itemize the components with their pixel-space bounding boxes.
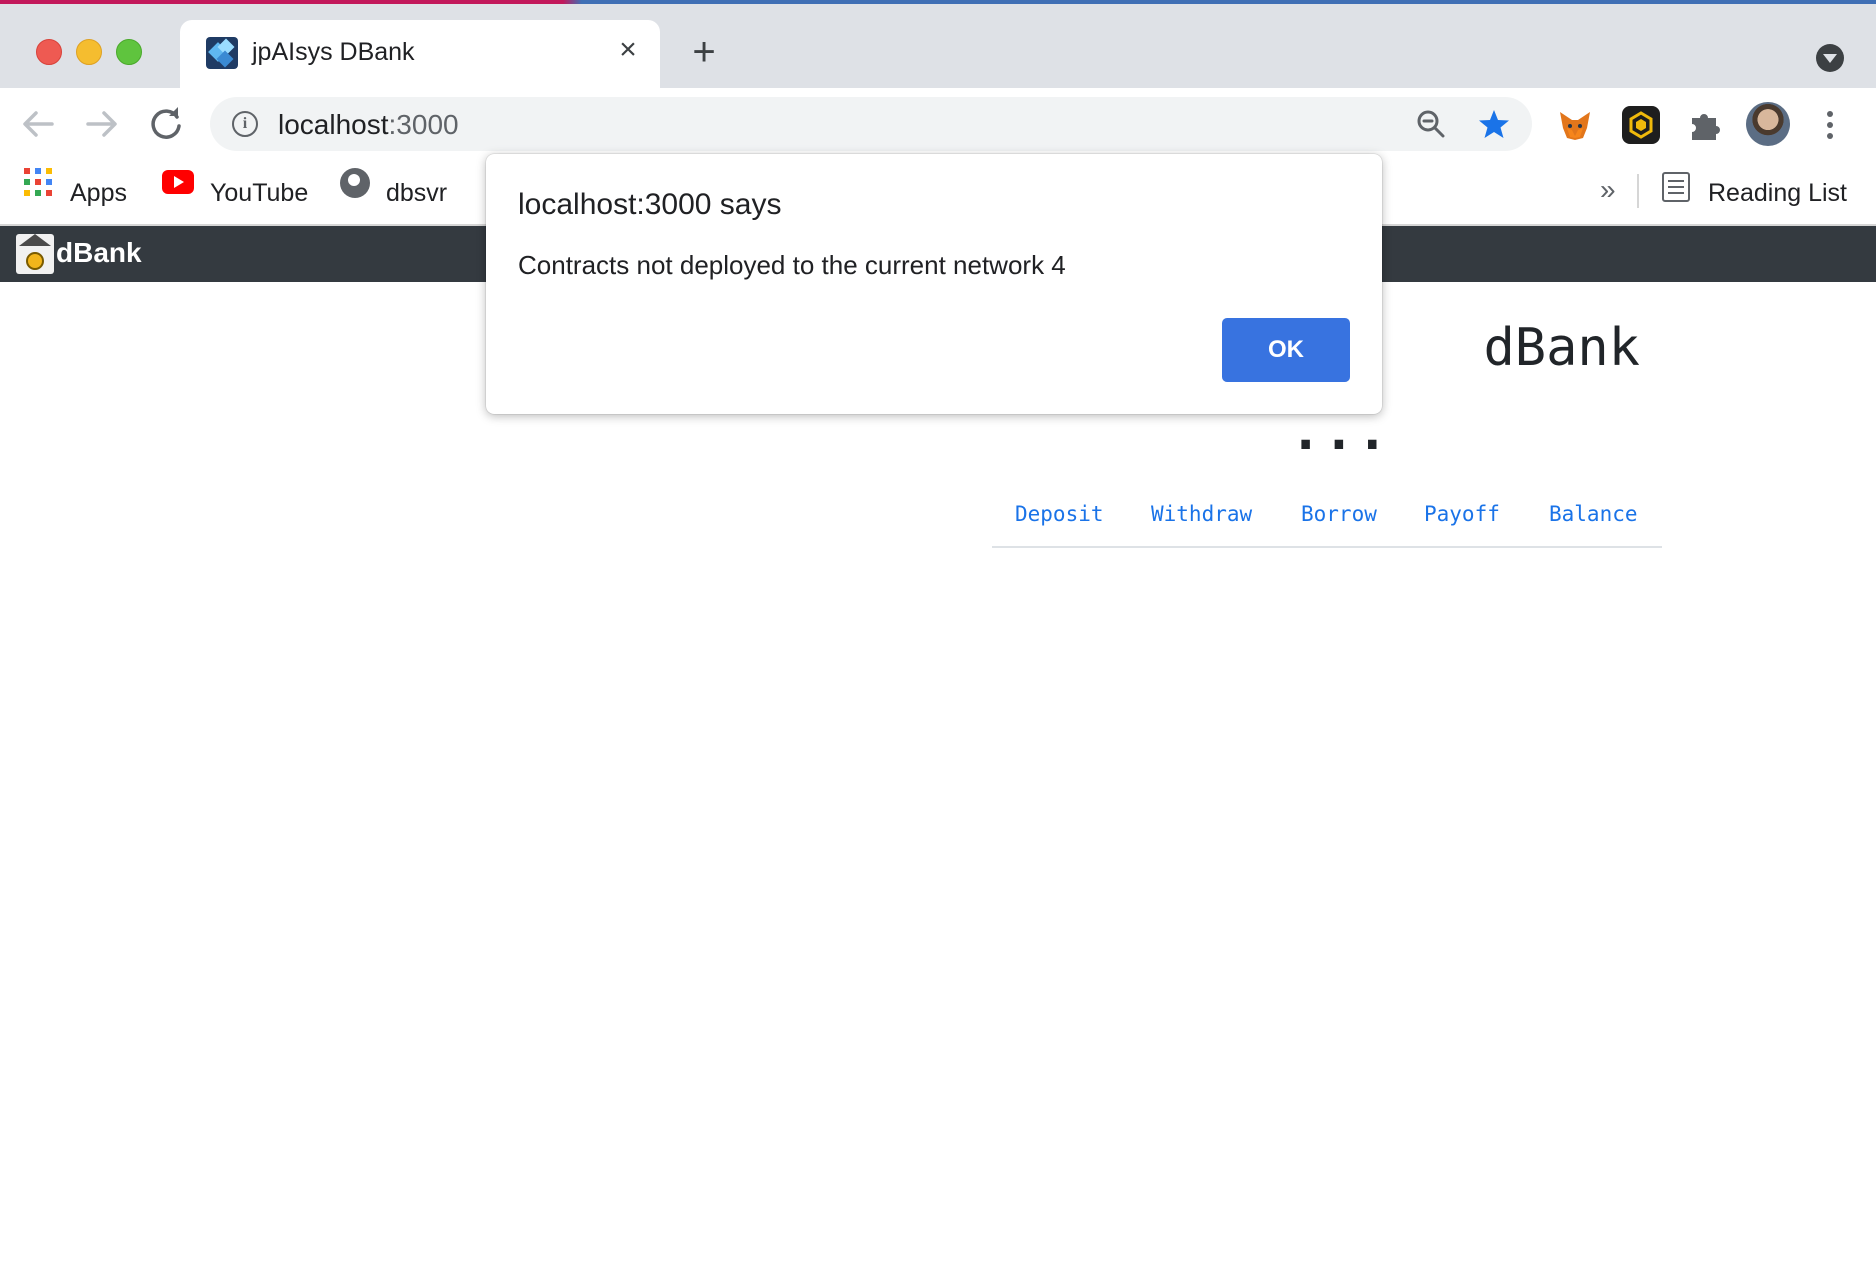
reload-button[interactable]	[142, 100, 190, 148]
arrow-left-icon	[23, 111, 54, 137]
bookmark-label: Apps	[70, 179, 127, 207]
bookmark-apps[interactable]: Apps	[0, 174, 140, 210]
site-info-icon[interactable]: i	[232, 111, 258, 137]
back-button[interactable]	[14, 100, 62, 148]
zoom-out-icon[interactable]	[1415, 108, 1447, 140]
browser-menu-icon[interactable]	[1818, 108, 1842, 144]
reload-icon	[151, 107, 181, 139]
binance-wallet-icon[interactable]	[1622, 106, 1660, 144]
tab-search-icon[interactable]	[1816, 44, 1844, 72]
ok-button[interactable]: OK	[1222, 318, 1350, 382]
dialog-message: Contracts not deployed to the current ne…	[518, 250, 1066, 280]
tab-deposit[interactable]: Deposit	[1015, 502, 1104, 526]
tab-strip: jpAIsys DBank × +	[0, 4, 1876, 88]
extensions-puzzle-icon[interactable]	[1686, 106, 1724, 144]
brand-name[interactable]: dBank	[56, 237, 142, 269]
alert-dialog: localhost:3000 says Contracts not deploy…	[486, 154, 1382, 414]
tab-balance[interactable]: Balance	[1549, 502, 1638, 526]
bank-action-tabs: Deposit Withdraw Borrow Payoff Balance	[992, 492, 1662, 548]
bookmark-label: dbsvr	[386, 179, 448, 207]
url-host: localhost	[278, 109, 389, 140]
bookmark-youtube[interactable]: YouTube	[150, 174, 320, 210]
bookmark-label: YouTube	[210, 179, 309, 207]
profile-avatar[interactable]	[1746, 102, 1790, 146]
bookmarks-overflow-icon[interactable]: »	[1600, 174, 1616, 206]
tab-title: jpAIsys DBank	[252, 38, 415, 66]
bookmark-dbsvr[interactable]: dbsvr	[330, 174, 460, 210]
tab-payoff[interactable]: Payoff	[1424, 502, 1500, 526]
window-minimize-button[interactable]	[76, 39, 102, 65]
metamask-fox-icon[interactable]	[1556, 106, 1594, 144]
window-close-button[interactable]	[36, 39, 62, 65]
reading-list-label: Reading List	[1708, 179, 1847, 207]
new-tab-button[interactable]: +	[684, 32, 724, 74]
bookmark-star-icon[interactable]	[1478, 108, 1510, 140]
window-maximize-button[interactable]	[116, 39, 142, 65]
url-port: :3000	[388, 109, 459, 140]
dialog-title: localhost:3000 says	[518, 188, 782, 221]
browser-toolbar: i localhost:3000	[0, 88, 1876, 160]
browser-tab-active[interactable]: jpAIsys DBank ×	[180, 20, 660, 88]
bank-logo-icon	[16, 234, 54, 274]
reading-list-button[interactable]: Reading List	[1660, 174, 1860, 210]
arrow-right-icon	[86, 111, 117, 137]
tab-borrow[interactable]: Borrow	[1301, 502, 1377, 526]
url-text[interactable]: localhost:3000	[278, 109, 459, 141]
address-bar[interactable]: i localhost:3000	[210, 97, 1532, 151]
tab-withdraw[interactable]: Withdraw	[1151, 502, 1252, 526]
tab-close-icon[interactable]: ×	[610, 32, 646, 68]
bookmarks-divider	[1637, 174, 1639, 208]
forward-button[interactable]	[78, 100, 126, 148]
site-favicon-icon	[206, 37, 238, 69]
